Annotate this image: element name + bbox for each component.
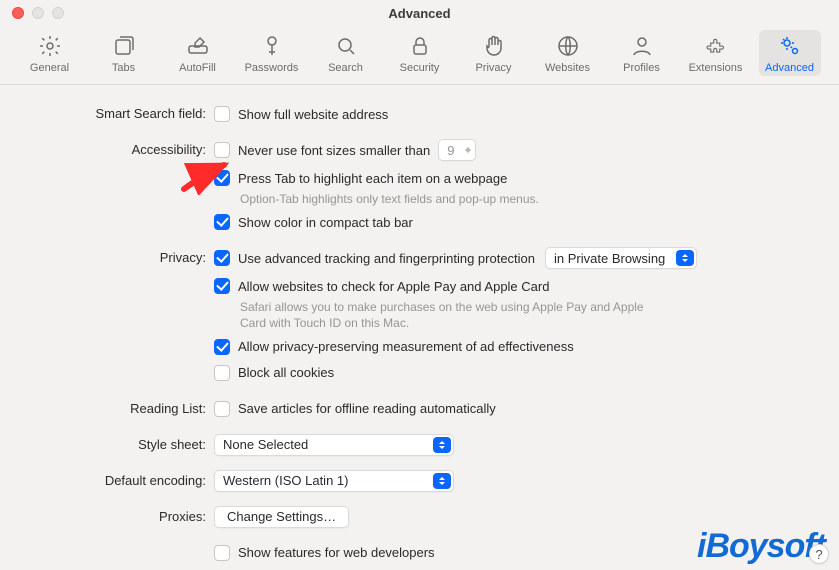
section-label-default-encoding: Default encoding: [36,470,214,488]
help-button[interactable]: ? [809,544,829,564]
tab-profiles[interactable]: Profiles [611,30,673,76]
help-text: Safari allows you to make purchases on t… [240,299,660,331]
globe-icon [556,34,580,58]
checkbox-ad-measurement[interactable] [214,339,230,355]
settings-form: Smart Search field: Show full website ad… [0,85,839,564]
checkbox-press-tab[interactable] [214,170,230,186]
tab-general[interactable]: General [19,30,81,76]
checkbox-label: Show features for web developers [238,545,435,560]
select-value: None Selected [223,437,308,452]
lock-icon [408,34,432,58]
checkbox-label: Never use font sizes smaller than [238,143,430,158]
hand-icon [482,34,506,58]
button-label: Change Settings… [227,509,336,524]
section-label-proxies: Proxies: [36,506,214,524]
style-sheet-select[interactable]: None Selected [214,434,454,456]
section-label-style-sheet: Style sheet: [36,434,214,452]
tab-passwords[interactable]: Passwords [241,30,303,76]
checkbox-label: Press Tab to highlight each item on a we… [238,171,507,186]
checkbox-show-color[interactable] [214,214,230,230]
key-icon [260,34,284,58]
checkbox-label: Allow websites to check for Apple Pay an… [238,279,549,294]
checkbox-min-font-size[interactable] [214,142,230,158]
section-label-smart-search: Smart Search field: [36,103,214,121]
tab-label: AutoFill [179,62,216,74]
tab-label: General [30,62,69,74]
help-label: ? [815,547,822,562]
tab-search[interactable]: Search [315,30,377,76]
tabs-icon [112,34,136,58]
tab-label: Tabs [112,62,135,74]
stepper-value: 9 [447,143,454,158]
chevron-up-down-icon [676,250,694,266]
tab-extensions[interactable]: Extensions [685,30,747,76]
tab-security[interactable]: Security [389,30,451,76]
window-title: Advanced [0,6,839,21]
tab-label: Passwords [245,62,299,74]
titlebar: Advanced [0,0,839,26]
checkbox-block-cookies[interactable] [214,365,230,381]
chevron-up-down-icon [433,437,451,453]
tab-tabs[interactable]: Tabs [93,30,155,76]
select-value: Western (ISO Latin 1) [223,473,348,488]
tab-label: Advanced [765,62,814,74]
checkbox-save-offline[interactable] [214,401,230,417]
chevron-up-down-icon [465,144,471,156]
section-label-accessibility: Accessibility: [36,139,214,157]
tab-label: Security [400,62,440,74]
tracking-mode-select[interactable]: in Private Browsing [545,247,697,269]
pref-toolbar: General Tabs AutoFill Passwords Search S… [0,26,839,85]
checkbox-dev-features[interactable] [214,545,230,561]
chevron-up-down-icon [433,473,451,489]
tab-label: Profiles [623,62,660,74]
tab-autofill[interactable]: AutoFill [167,30,229,76]
checkbox-label: Use advanced tracking and fingerprinting… [238,251,535,266]
gear-icon [38,34,62,58]
section-label-reading-list: Reading List: [36,398,214,416]
change-proxy-settings-button[interactable]: Change Settings… [214,506,349,528]
puzzle-icon [704,34,728,58]
checkbox-label: Show full website address [238,107,388,122]
help-text: Option-Tab highlights only text fields a… [240,191,660,207]
default-encoding-select[interactable]: Western (ISO Latin 1) [214,470,454,492]
checkbox-apple-pay[interactable] [214,278,230,294]
watermark: iBoysoft [697,527,825,566]
checkbox-label: Block all cookies [238,365,334,380]
checkbox-label: Save articles for offline reading automa… [238,401,496,416]
checkbox-label: Allow privacy-preserving measurement of … [238,339,574,354]
select-value: in Private Browsing [554,251,665,266]
tab-label: Privacy [475,62,511,74]
gears-icon [778,34,802,58]
tab-label: Websites [545,62,590,74]
person-icon [630,34,654,58]
tab-websites[interactable]: Websites [537,30,599,76]
checkbox-show-full-address[interactable] [214,106,230,122]
search-icon [334,34,358,58]
tab-privacy[interactable]: Privacy [463,30,525,76]
tab-advanced[interactable]: Advanced [759,30,821,76]
tab-label: Extensions [689,62,743,74]
min-font-size-stepper[interactable]: 9 [438,139,476,161]
pencil-field-icon [186,34,210,58]
section-label-privacy: Privacy: [36,247,214,265]
tab-label: Search [328,62,363,74]
checkbox-label: Show color in compact tab bar [238,215,413,230]
checkbox-tracking-protection[interactable] [214,250,230,266]
